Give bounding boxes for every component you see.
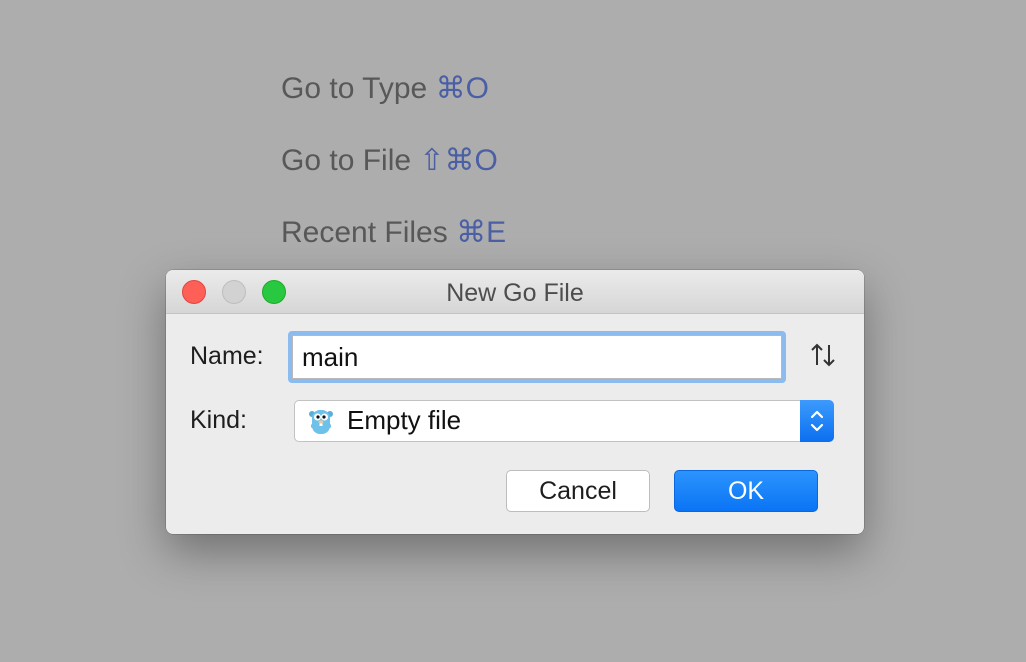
select-stepper[interactable] xyxy=(800,400,834,442)
new-go-file-dialog: New Go File Name: Kind: Empty file xyxy=(166,270,864,534)
dialog-titlebar[interactable]: New Go File xyxy=(166,270,864,314)
kind-select[interactable]: Empty file xyxy=(294,400,834,442)
name-label: Name: xyxy=(190,342,264,370)
hint-shortcut: ⇧⌘O xyxy=(419,144,498,177)
dialog-title: New Go File xyxy=(446,279,584,307)
hint-shortcut: ⌘O xyxy=(435,72,489,105)
hint-label: Go to Type xyxy=(281,72,428,105)
hint-shortcut: ⌘E xyxy=(456,216,507,249)
kind-label: Kind: xyxy=(190,406,247,434)
hint-label: Recent Files xyxy=(281,216,448,249)
hint-label: Go to File xyxy=(281,144,412,177)
cancel-button[interactable]: Cancel xyxy=(506,470,650,512)
kind-value: Empty file xyxy=(347,405,462,435)
gopher-icon xyxy=(309,410,333,434)
hint-go-to-type: Go to Type ⌘O xyxy=(281,70,506,142)
chevron-up-down-icon xyxy=(810,410,824,432)
sort-up-down-icon[interactable] xyxy=(808,340,838,370)
name-input[interactable] xyxy=(288,331,786,383)
hint-go-to-file: Go to File ⇧⌘O xyxy=(281,142,506,214)
ok-button[interactable]: OK xyxy=(674,470,818,512)
background-shortcut-hints: Go to Type ⌘O Go to File ⇧⌘O Recent File… xyxy=(281,70,506,286)
